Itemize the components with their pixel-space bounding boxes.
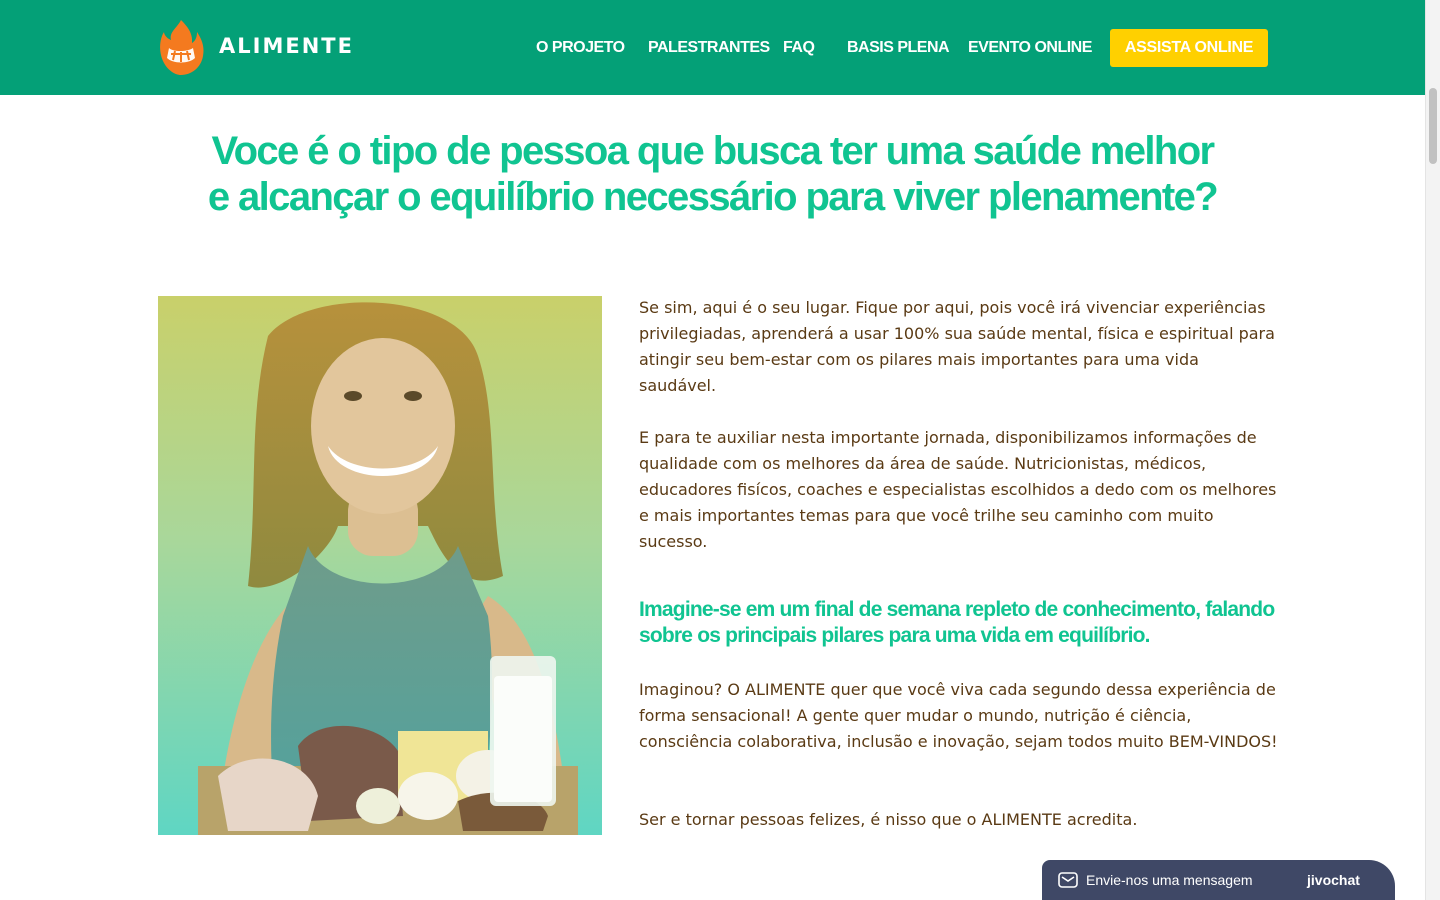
- headline-emphasis: alcançar o equilíbrio: [238, 175, 595, 219]
- headline-text: ?: [1194, 175, 1218, 219]
- nav-basis-plena[interactable]: BASIS PLENA: [847, 29, 950, 67]
- imagine-subheading: Imagine-se em um final de semana repleto…: [639, 598, 1275, 647]
- chat-widget-button[interactable]: Envie-nos uma mensagem jivochat: [1042, 860, 1395, 900]
- envelope-icon: [1058, 872, 1078, 888]
- intro-paragraph: Se sim, aqui é o seu lugar. Fique por aq…: [639, 298, 1275, 395]
- nav-evento-online[interactable]: EVENTO ONLINE: [968, 29, 1092, 67]
- brand-logo[interactable]: ALIMENTE: [157, 18, 352, 76]
- scrollbar-thumb[interactable]: [1429, 88, 1437, 164]
- flame-logo-icon: [160, 20, 204, 75]
- support-paragraph: E para te auxiliar nesta importante jorn…: [639, 428, 1277, 551]
- brand-name: ALIMENTE: [219, 34, 354, 58]
- nav-faq[interactable]: FAQ: [783, 29, 815, 67]
- assista-online-button[interactable]: ASSISTA ONLINE: [1110, 29, 1268, 67]
- chat-label: Envie-nos uma mensagem: [1086, 872, 1253, 888]
- headline-text: e: [207, 175, 239, 219]
- site-header: ALIMENTE O PROJETO PALESTRANTES FAQ BASI…: [0, 0, 1425, 95]
- headline-text: necessário para: [593, 175, 894, 219]
- chat-brand: jivochat: [1307, 872, 1360, 888]
- nav-o-projeto[interactable]: O PROJETO: [536, 29, 625, 67]
- headline-text: Voce é o tipo de pessoa que busca ter um…: [211, 129, 973, 173]
- nav-palestrantes[interactable]: PALESTRANTES: [648, 29, 770, 67]
- hero-headline: Voce é o tipo de pessoa que busca ter um…: [140, 128, 1285, 220]
- headline-emphasis: viver plenamente: [893, 175, 1196, 219]
- headline-emphasis: saúde melhor: [972, 129, 1215, 173]
- closing-paragraph: Ser e tornar pessoas felizes, é nisso qu…: [639, 810, 1138, 829]
- woman-with-food-photo: [158, 296, 602, 835]
- imaginou-paragraph: Imaginou? O ALIMENTE quer que você viva …: [639, 680, 1278, 751]
